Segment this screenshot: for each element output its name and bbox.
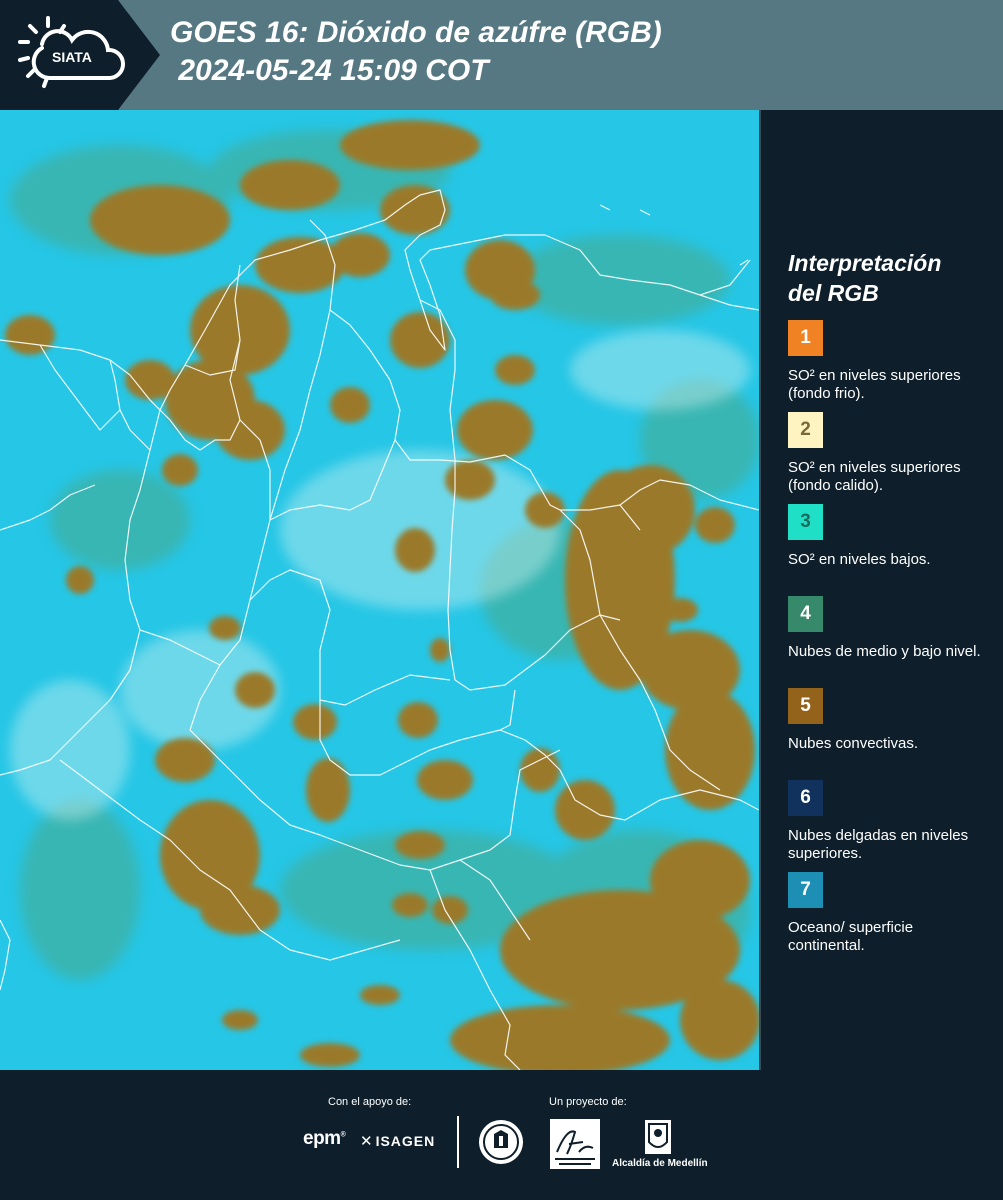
legend-label: Oceano/ superficie continental. bbox=[788, 919, 914, 954]
isagen-logo: ✕ ISAGEN bbox=[360, 1132, 435, 1150]
legend-label: Nubes convectivas. bbox=[788, 735, 919, 752]
page-title: GOES 16: Dióxido de azúfre (RGB) 2024-05… bbox=[170, 16, 662, 87]
legend-item: 5 Nubes convectivas. bbox=[788, 688, 998, 780]
legend-item: 2 SO² en niveles superiores (fondo calido… bbox=[788, 412, 998, 504]
legend-label: SO² en niveles superiores (fondo calido)… bbox=[788, 459, 961, 494]
legend-label: Nubes delgadas en niveles superiores. bbox=[788, 827, 969, 862]
legend-swatch: 3 bbox=[788, 504, 823, 540]
legend-item: 3 SO² en niveles bajos. bbox=[788, 504, 998, 596]
alcaldia-logo: Alcaldía de Medellín bbox=[612, 1118, 708, 1170]
footer-divider bbox=[457, 1116, 459, 1168]
legend-swatch: 2 bbox=[788, 412, 823, 448]
svg-text:SIATA: SIATA bbox=[52, 49, 92, 65]
epm-logo-text: epm bbox=[303, 1128, 341, 1149]
legend-label: SO² en niveles bajos. bbox=[788, 551, 931, 568]
legend-item: 6 Nubes delgadas en niveles superiores. bbox=[788, 780, 998, 872]
satellite-map[interactable] bbox=[0, 110, 759, 1070]
legend-swatch: 4 bbox=[788, 596, 823, 632]
legend-panel: Interpretación del RGB 1 SO² en niveles s… bbox=[788, 248, 998, 964]
legend-label: SO² en niveles superiores (fondo frio). bbox=[788, 367, 961, 402]
legend-swatch: 6 bbox=[788, 780, 823, 816]
isagen-mark-icon: ✕ bbox=[360, 1133, 374, 1150]
legend-label: Nubes de medio y bajo nivel. bbox=[788, 643, 981, 660]
legend-items: 1 SO² en niveles superiores (fondo frio).… bbox=[788, 320, 998, 964]
epm-logo: epm® bbox=[303, 1128, 346, 1149]
map-divider bbox=[759, 110, 761, 1070]
satellite-image bbox=[0, 110, 759, 1070]
siata-logo: SIATA bbox=[18, 16, 126, 88]
legend-swatch: 5 bbox=[788, 688, 823, 724]
support-label: Con el apoyo de: bbox=[328, 1096, 412, 1108]
project-label: Un proyecto de: bbox=[549, 1096, 627, 1108]
medellin-shield-icon bbox=[645, 1120, 671, 1154]
alcaldia-label: Alcaldía de Medellín bbox=[612, 1158, 708, 1169]
legend-swatch: 1 bbox=[788, 320, 823, 356]
isagen-logo-text: ISAGEN bbox=[375, 1133, 436, 1149]
legend-item: 4 Nubes de medio y bajo nivel. bbox=[788, 596, 998, 688]
legend-swatch: 7 bbox=[788, 872, 823, 908]
legend-item: 1 SO² en niveles superiores (fondo frio). bbox=[788, 320, 998, 412]
legend-title: Interpretación del RGB bbox=[788, 250, 942, 306]
area-metropolitana-logo bbox=[550, 1119, 600, 1169]
legend-item: 7 Oceano/ superficie continental. bbox=[788, 872, 998, 964]
footer: Con el apoyo de: Un proyecto de: epm® ✕ I… bbox=[0, 1070, 1003, 1200]
university-seal-icon bbox=[479, 1120, 523, 1164]
